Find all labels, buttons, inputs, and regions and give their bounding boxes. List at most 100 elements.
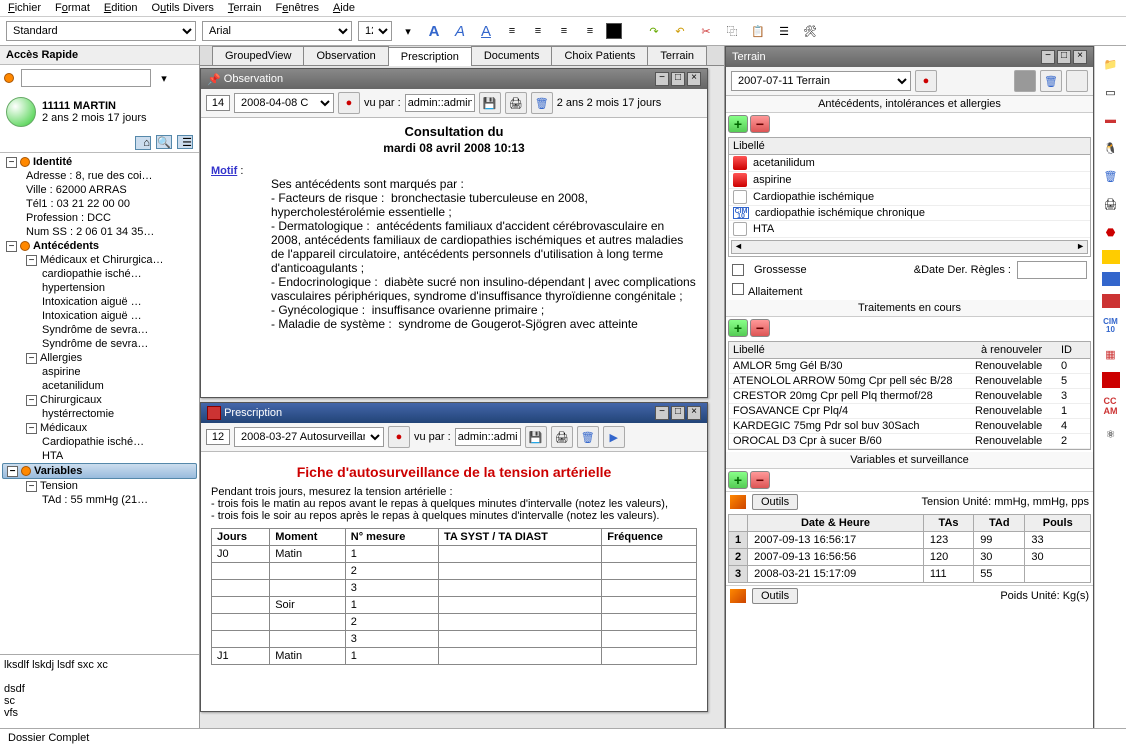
delete-icon[interactable]: 🗑	[531, 92, 553, 114]
italic-icon[interactable]: A	[450, 21, 470, 41]
user-input[interactable]	[455, 428, 521, 446]
search-patient-input[interactable]	[21, 69, 151, 87]
tab-terrain[interactable]: Terrain	[647, 46, 707, 65]
list-icon[interactable]: ☰	[774, 21, 794, 41]
list-icon[interactable]: ▬	[1100, 110, 1122, 130]
terrain-date-select[interactable]: 2007-07-11 Terrain	[731, 71, 911, 91]
blank2-icon[interactable]	[1066, 70, 1088, 92]
molecules-icon[interactable]: ⚛	[1100, 424, 1122, 444]
tab-documents[interactable]: Documents	[471, 46, 553, 65]
tab-observation[interactable]: Observation	[303, 46, 388, 65]
blank-icon[interactable]	[1014, 70, 1036, 92]
nav-icon[interactable]: ☰	[177, 135, 193, 149]
print-icon[interactable]: 🖨	[1100, 194, 1122, 214]
save-icon[interactable]: 💾	[525, 426, 547, 448]
observation-body[interactable]: Consultation du mardi 08 avril 2008 10:1…	[201, 118, 707, 397]
play-icon[interactable]: ▶	[603, 426, 625, 448]
align-justify-icon[interactable]: ≡	[580, 21, 600, 41]
style-select[interactable]: Standard	[6, 21, 196, 41]
maximize-icon[interactable]: □	[1057, 50, 1071, 64]
font-select[interactable]: Arial	[202, 21, 352, 41]
observation-window[interactable]: 📌 Observation − □ × 14 2008-04-08 C ● vu…	[200, 68, 708, 398]
grossesse-checkbox[interactable]	[732, 264, 744, 276]
tab-choixpatients[interactable]: Choix Patients	[551, 46, 648, 65]
menu-outils[interactable]: Outils Divers	[152, 2, 214, 14]
bold-icon[interactable]: A	[424, 21, 444, 41]
vidal-icon[interactable]	[1102, 372, 1120, 388]
dropdown-icon[interactable]: ▾	[154, 68, 174, 88]
paste-icon[interactable]: 📋	[748, 21, 768, 41]
delete-icon[interactable]: 🗑	[1040, 70, 1062, 92]
close-icon[interactable]: ×	[687, 72, 701, 86]
close-icon[interactable]: ×	[687, 406, 701, 420]
record-icon[interactable]: ●	[915, 70, 937, 92]
add-button[interactable]: +	[728, 471, 748, 489]
tab-groupedview[interactable]: GroupedView	[212, 46, 304, 65]
tension-data-table[interactable]: Date & HeureTAsTAdPouls 12007-09-13 16:5…	[728, 514, 1091, 583]
menubar[interactable]: FFichierichier Format Edition Outils Div…	[0, 0, 1126, 17]
cc-icon[interactable]: CCAM	[1100, 396, 1122, 416]
pin-icon[interactable]: 📌	[207, 73, 221, 86]
stop-icon[interactable]: ⬣	[1100, 222, 1122, 242]
trash-icon[interactable]: 🗑	[1100, 166, 1122, 186]
menu-terrain[interactable]: Terrain	[228, 2, 262, 14]
print-icon[interactable]: 🖨	[505, 92, 527, 114]
undo-icon[interactable]: ↶	[670, 21, 690, 41]
date-select[interactable]: 2008-04-08 C	[234, 93, 334, 113]
tools-icon[interactable]: 🛠	[800, 21, 820, 41]
print-icon[interactable]: 🖨	[551, 426, 573, 448]
close-icon[interactable]: ×	[1073, 50, 1087, 64]
dropdown-icon[interactable]: ▾	[398, 21, 418, 41]
bars2-icon[interactable]	[1102, 272, 1120, 286]
color-picker[interactable]	[606, 23, 622, 39]
record-icon[interactable]: ●	[338, 92, 360, 114]
penguin-icon[interactable]: 🐧	[1100, 138, 1122, 158]
tabbar[interactable]: GroupedView Observation Prescription Doc…	[200, 46, 724, 66]
record-icon[interactable]: ●	[388, 426, 410, 448]
date-select[interactable]: 2008-03-27 Autosurveillance	[234, 427, 384, 447]
maximize-icon[interactable]: □	[671, 406, 685, 420]
doc-icon[interactable]: ▭	[1100, 82, 1122, 102]
nav-icon[interactable]: ⌂	[135, 136, 151, 150]
grid-icon[interactable]: ▦	[1100, 344, 1122, 364]
h-scrollbar[interactable]	[731, 240, 1088, 254]
remove-button[interactable]: −	[750, 471, 770, 489]
add-button[interactable]: +	[728, 115, 748, 133]
cut-icon[interactable]: ✂	[696, 21, 716, 41]
menu-aide[interactable]: Aide	[333, 2, 355, 14]
user-input[interactable]	[405, 94, 475, 112]
motif-link[interactable]: Motif	[211, 165, 237, 177]
patient-block[interactable]: 11111 MARTIN 2 ans 2 mois 17 jours	[0, 91, 199, 133]
redo-icon[interactable]: ↷	[644, 21, 664, 41]
folder-icon[interactable]: 📁	[1100, 54, 1122, 74]
allaitement-checkbox[interactable]	[732, 283, 744, 295]
minimize-icon[interactable]: −	[655, 72, 669, 86]
tab-prescription[interactable]: Prescription	[388, 47, 472, 66]
date-regles-input[interactable]	[1017, 261, 1087, 279]
minimize-icon[interactable]: −	[1041, 50, 1055, 64]
nav-icon[interactable]: 🔍	[156, 135, 172, 149]
menu-fichier[interactable]: FFichierichier	[8, 2, 41, 14]
patient-tree[interactable]: −Identité Adresse : 8, rue des coi… Vill…	[0, 152, 199, 654]
maximize-icon[interactable]: □	[671, 72, 685, 86]
menu-format[interactable]: Format	[55, 2, 90, 14]
cim10-icon[interactable]: CIM10	[1100, 316, 1122, 336]
save-icon[interactable]: 💾	[479, 92, 501, 114]
remove-button[interactable]: −	[750, 115, 770, 133]
bars1-icon[interactable]	[1102, 250, 1120, 264]
copy-icon[interactable]: ⿻	[722, 21, 742, 41]
outils-button[interactable]: Outils	[752, 588, 798, 604]
menu-edition[interactable]: Edition	[104, 2, 138, 14]
align-left-icon[interactable]: ≡	[502, 21, 522, 41]
remove-button[interactable]: −	[750, 319, 770, 337]
delete-icon[interactable]: 🗑	[577, 426, 599, 448]
prescription-body[interactable]: Fiche d'autosurveillance de la tension a…	[201, 452, 707, 711]
fontsize-select[interactable]: 12	[358, 21, 392, 41]
bars3-icon[interactable]	[1102, 294, 1120, 308]
underline-icon[interactable]: A	[476, 21, 496, 41]
outils-button[interactable]: Outils	[752, 494, 798, 510]
notes-area[interactable]: lksdlf lskdj lsdf sxc xc dsdf sc vfs	[0, 654, 199, 734]
menu-fenetres[interactable]: Fenêtres	[276, 2, 319, 14]
add-button[interactable]: +	[728, 319, 748, 337]
prescription-window[interactable]: Prescription − □ × 12 2008-03-27 Autosur…	[200, 402, 708, 712]
